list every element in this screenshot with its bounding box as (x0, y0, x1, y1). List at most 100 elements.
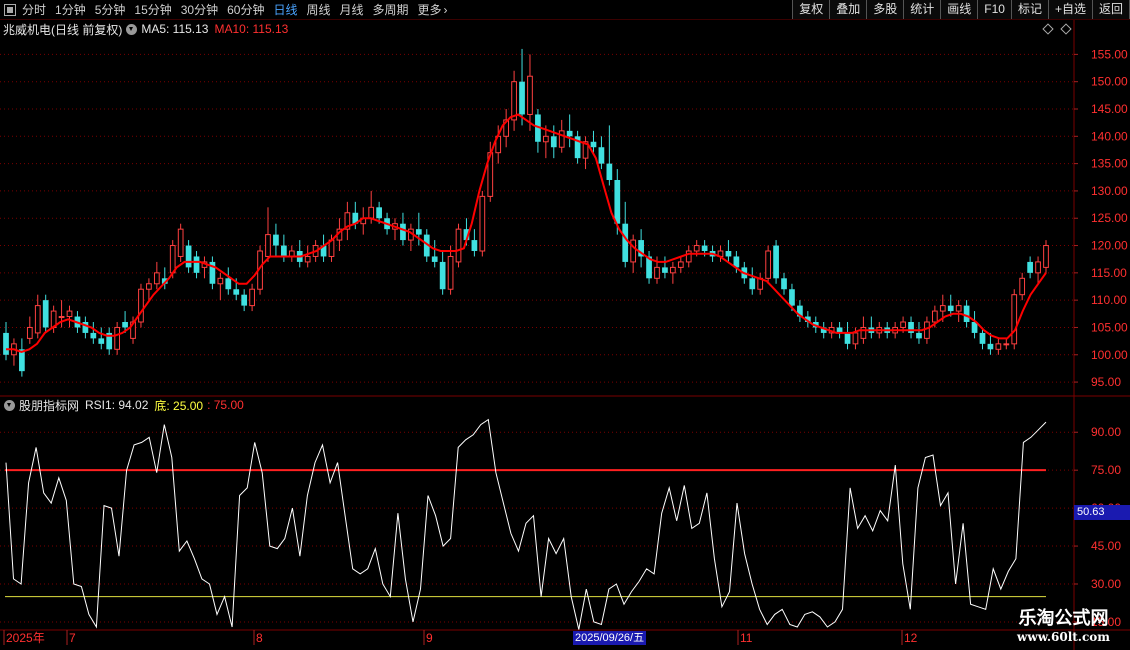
candle (439, 251, 446, 295)
candle-body (519, 81, 525, 115)
candle-body (66, 310, 73, 318)
candle (11, 338, 17, 366)
candle (138, 283, 144, 328)
candle (836, 322, 843, 339)
candle-body (376, 207, 382, 219)
candle-body (931, 310, 938, 323)
candle (479, 190, 486, 257)
candle-body (606, 163, 613, 180)
candle (725, 240, 732, 262)
candle-body (860, 326, 867, 339)
candle-body (249, 288, 255, 307)
candle (201, 256, 208, 279)
candle-body (916, 332, 922, 339)
candle (153, 261, 160, 290)
candle-body (995, 343, 1002, 350)
candle (177, 223, 184, 262)
candle (26, 316, 33, 344)
candle (98, 327, 105, 350)
candle (535, 109, 541, 153)
price-tick-label: 115.00 (1091, 266, 1127, 280)
candle (662, 256, 668, 279)
watermark-title: 乐淘公式网 (1018, 608, 1109, 629)
candle-body (662, 267, 668, 273)
price-tick-label: 105.00 (1091, 320, 1128, 334)
cursor-date-label: 2025/09/26/五 (573, 631, 647, 645)
candle (574, 130, 581, 164)
date-tick-label: 11 (740, 631, 753, 645)
candle-body (233, 289, 240, 295)
ma-layer (6, 113, 1047, 354)
candle-body (963, 305, 970, 322)
candle-body (281, 245, 287, 257)
candle (908, 316, 914, 339)
candle-body (3, 332, 9, 355)
indicator-name: 股朋指标网 (19, 398, 80, 413)
candle (717, 245, 724, 262)
candle-body (471, 240, 478, 251)
candle-body (781, 278, 787, 290)
dropdown-icon[interactable] (126, 23, 138, 35)
candle-body (852, 332, 859, 345)
rsi-tick-label: 90.00 (1091, 425, 1121, 439)
date-tick-label: 7 (69, 631, 76, 645)
candle (455, 223, 462, 268)
price-tick-label: 120.00 (1091, 239, 1128, 253)
candle-body (138, 288, 144, 323)
rsi-tick-label: 45.00 (1091, 539, 1121, 553)
candle-body (1003, 343, 1010, 346)
candle-body (114, 326, 121, 350)
candle-body (789, 289, 795, 306)
candle (1027, 256, 1033, 279)
candle-body (542, 135, 549, 143)
candle (757, 272, 764, 295)
candle-layer (3, 48, 1049, 377)
candle (971, 311, 978, 339)
candle (995, 338, 1002, 355)
candle (241, 289, 248, 312)
candle (471, 229, 478, 257)
candle (281, 234, 287, 262)
candle (66, 305, 73, 328)
candle (344, 201, 351, 241)
candle (511, 70, 517, 131)
candle-body (146, 283, 152, 290)
candle-body (622, 223, 629, 262)
candle (296, 240, 303, 268)
candle (550, 125, 557, 159)
kline-chart[interactable]: 95.00 100.00 105.00 110.00 115.00 120.00 125.0… (0, 0, 1130, 650)
candle-body (122, 322, 128, 328)
candle-body (431, 256, 438, 262)
candle-body (265, 234, 271, 257)
candle (1043, 240, 1049, 273)
candle (773, 240, 779, 284)
candle (566, 114, 573, 148)
dropdown-icon[interactable] (4, 399, 15, 411)
candle-body (773, 245, 779, 279)
candle (503, 109, 510, 148)
candle-body (58, 316, 65, 319)
rsi-tick-label: 75.00 (1091, 463, 1121, 477)
candle (146, 278, 152, 301)
price-tick-label: 140.00 (1091, 129, 1128, 143)
rsi-panel-header: 股朋指标网 RSI1: 94.02 底: 25.00 : 75.00 (0, 397, 244, 413)
candle-body (368, 206, 375, 219)
candle-body (955, 305, 962, 312)
candle (1011, 289, 1018, 350)
candle-body (153, 272, 160, 285)
candle (1035, 256, 1041, 284)
candle-body (693, 245, 700, 252)
rsi-line (5, 418, 1047, 630)
candle-body (1027, 261, 1033, 273)
candle (582, 136, 589, 170)
candle-body (527, 75, 533, 115)
candle-body (939, 305, 946, 312)
candle-body (558, 130, 565, 148)
candle-body (479, 195, 486, 252)
candle-body (900, 321, 906, 328)
candle-body (447, 255, 454, 290)
ma10-label: MA10: 115.13 (214, 22, 289, 36)
rsi-low-label: 底: 25.00 (154, 398, 204, 413)
ma-line (6, 113, 1047, 354)
candle-body (550, 136, 557, 148)
